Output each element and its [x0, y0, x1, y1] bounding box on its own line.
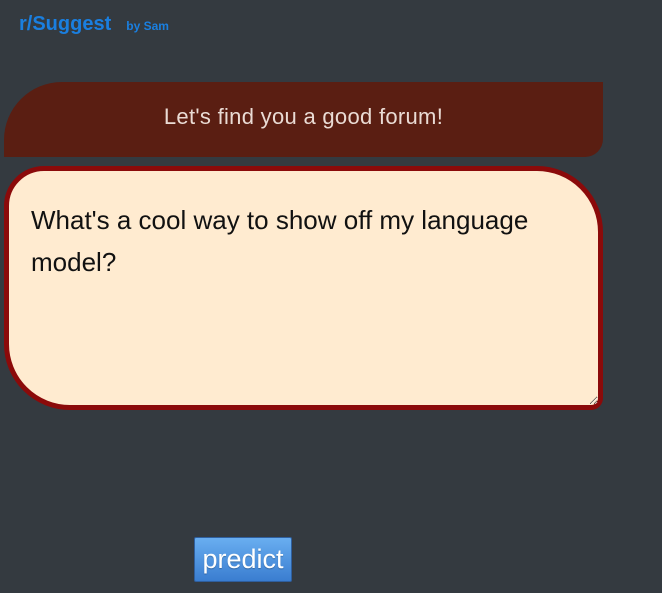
predict-button[interactable]: predict: [194, 537, 292, 582]
author-byline: by Sam: [126, 19, 169, 33]
prompt-banner: Let's find you a good forum!: [4, 82, 603, 157]
banner-text: Let's find you a good forum!: [163, 103, 444, 129]
header: r/Suggest by Sam: [19, 13, 169, 36]
query-textarea[interactable]: What's a cool way to show off my languag…: [4, 166, 603, 410]
brand-link[interactable]: r/Suggest: [19, 13, 111, 36]
